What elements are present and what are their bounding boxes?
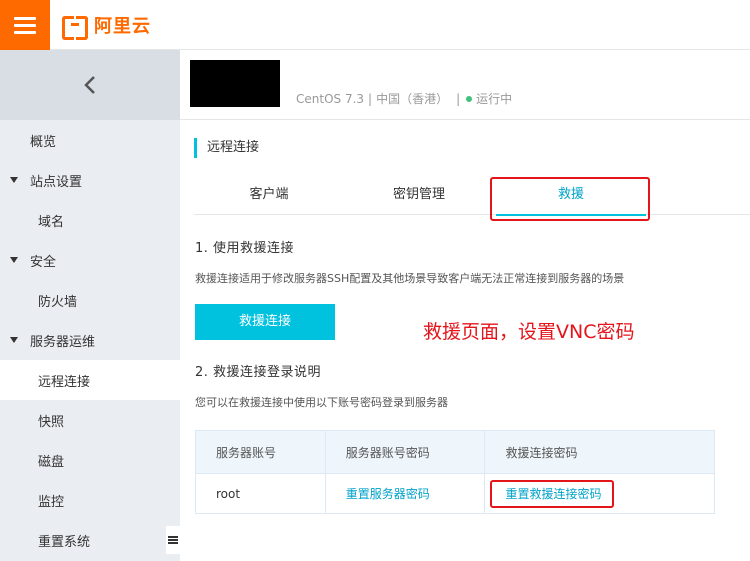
menu-icon-bar bbox=[14, 23, 36, 27]
meta-separator: | bbox=[368, 91, 373, 106]
sidebar-item-remote-connection[interactable]: 远程连接 bbox=[0, 360, 180, 400]
tab-client[interactable]: 客户端 bbox=[194, 180, 344, 215]
step2-description: 您可以在救援连接中使用以下账号密码登录到服务器 bbox=[195, 396, 448, 409]
menu-icon-bar bbox=[14, 16, 36, 20]
account-cell: root bbox=[195, 473, 326, 514]
tab-bar: 客户端 密钥管理 救援 bbox=[194, 180, 750, 216]
sidebar-item-domain[interactable]: 域名 bbox=[0, 200, 180, 240]
sidebar-item-monitor[interactable]: 监控 bbox=[0, 480, 180, 520]
step1-description: 救援连接适用于修改服务器SSH配置及其他场景导致客户端无法正常连接到服务器的场景 bbox=[195, 272, 625, 285]
sidebar-toggle-handle[interactable] bbox=[166, 526, 180, 554]
instance-os: CentOS 7.3 bbox=[296, 91, 365, 106]
hamburger-menu-button[interactable] bbox=[0, 0, 50, 50]
active-tab-underline bbox=[496, 214, 646, 216]
instance-status: 运行中 bbox=[476, 92, 513, 106]
instance-name-redacted bbox=[190, 60, 280, 107]
account-table: 服务器账号 服务器账号密码 救援连接密码 root 重置服务器密码 重置救援连接… bbox=[195, 430, 715, 514]
chevron-left-icon bbox=[84, 76, 95, 94]
sidebar-item-snapshot[interactable]: 快照 bbox=[0, 400, 180, 440]
status-dot-icon bbox=[466, 95, 473, 102]
sidebar-item-firewall[interactable]: 防火墙 bbox=[0, 280, 180, 320]
reset-server-password-link[interactable]: 重置服务器密码 bbox=[346, 487, 430, 501]
sidebar: 概览 站点设置 域名 安全 防火墙 服务器运维 远程连接 快照 磁盘 监控 重置… bbox=[0, 50, 180, 561]
meta-separator: | bbox=[456, 91, 461, 106]
column-header: 服务器账号密码 bbox=[325, 430, 486, 474]
reset-rescue-password-link[interactable]: 重置救援连接密码 bbox=[505, 487, 601, 501]
sidebar-back-button[interactable] bbox=[0, 50, 180, 120]
sidebar-item-overview[interactable]: 概览 bbox=[0, 120, 180, 160]
sidebar-group-site-settings[interactable]: 站点设置 bbox=[0, 160, 180, 200]
logo-text: 阿里云 bbox=[94, 16, 151, 37]
caret-down-icon bbox=[10, 177, 18, 183]
aliyun-logo[interactable]: 阿里云 bbox=[62, 12, 151, 40]
tab-rescue[interactable]: 救援 bbox=[496, 180, 646, 216]
list-icon bbox=[168, 535, 178, 545]
sidebar-item-disk[interactable]: 磁盘 bbox=[0, 440, 180, 480]
caret-down-icon bbox=[10, 337, 18, 343]
column-header: 救援连接密码 bbox=[484, 430, 715, 474]
tab-key-management[interactable]: 密钥管理 bbox=[344, 180, 494, 215]
table-row: root 重置服务器密码 重置救援连接密码 bbox=[195, 473, 715, 514]
sidebar-group-server-ops[interactable]: 服务器运维 bbox=[0, 320, 180, 360]
step2-title: 2. 救援连接登录说明 bbox=[195, 365, 322, 380]
sidebar-item-reset-system[interactable]: 重置系统 bbox=[0, 520, 180, 560]
instance-region: 中国（香港） bbox=[376, 92, 449, 106]
main-content: CentOS 7.3 | 中国（香港） | 运行中 远程连接 客户端 密钥管理 … bbox=[180, 50, 750, 561]
table-header-row: 服务器账号 服务器账号密码 救援连接密码 bbox=[195, 430, 715, 474]
instance-meta: CentOS 7.3 | 中国（香港） | 运行中 bbox=[296, 90, 512, 107]
rescue-connect-button[interactable]: 救援连接 bbox=[195, 304, 335, 340]
column-header: 服务器账号 bbox=[195, 430, 326, 474]
annotation-text: 救援页面，设置VNC密码 bbox=[423, 321, 635, 343]
section-title: 远程连接 bbox=[194, 138, 259, 158]
instance-header: CentOS 7.3 | 中国（香港） | 运行中 bbox=[190, 60, 750, 120]
menu-icon-bar bbox=[14, 30, 36, 34]
sidebar-group-security[interactable]: 安全 bbox=[0, 240, 180, 280]
aliyun-logo-icon bbox=[62, 16, 88, 40]
top-bar: 阿里云 bbox=[0, 0, 750, 50]
caret-down-icon bbox=[10, 257, 18, 263]
step1-title: 1. 使用救援连接 bbox=[195, 241, 295, 256]
header-divider bbox=[180, 119, 750, 120]
